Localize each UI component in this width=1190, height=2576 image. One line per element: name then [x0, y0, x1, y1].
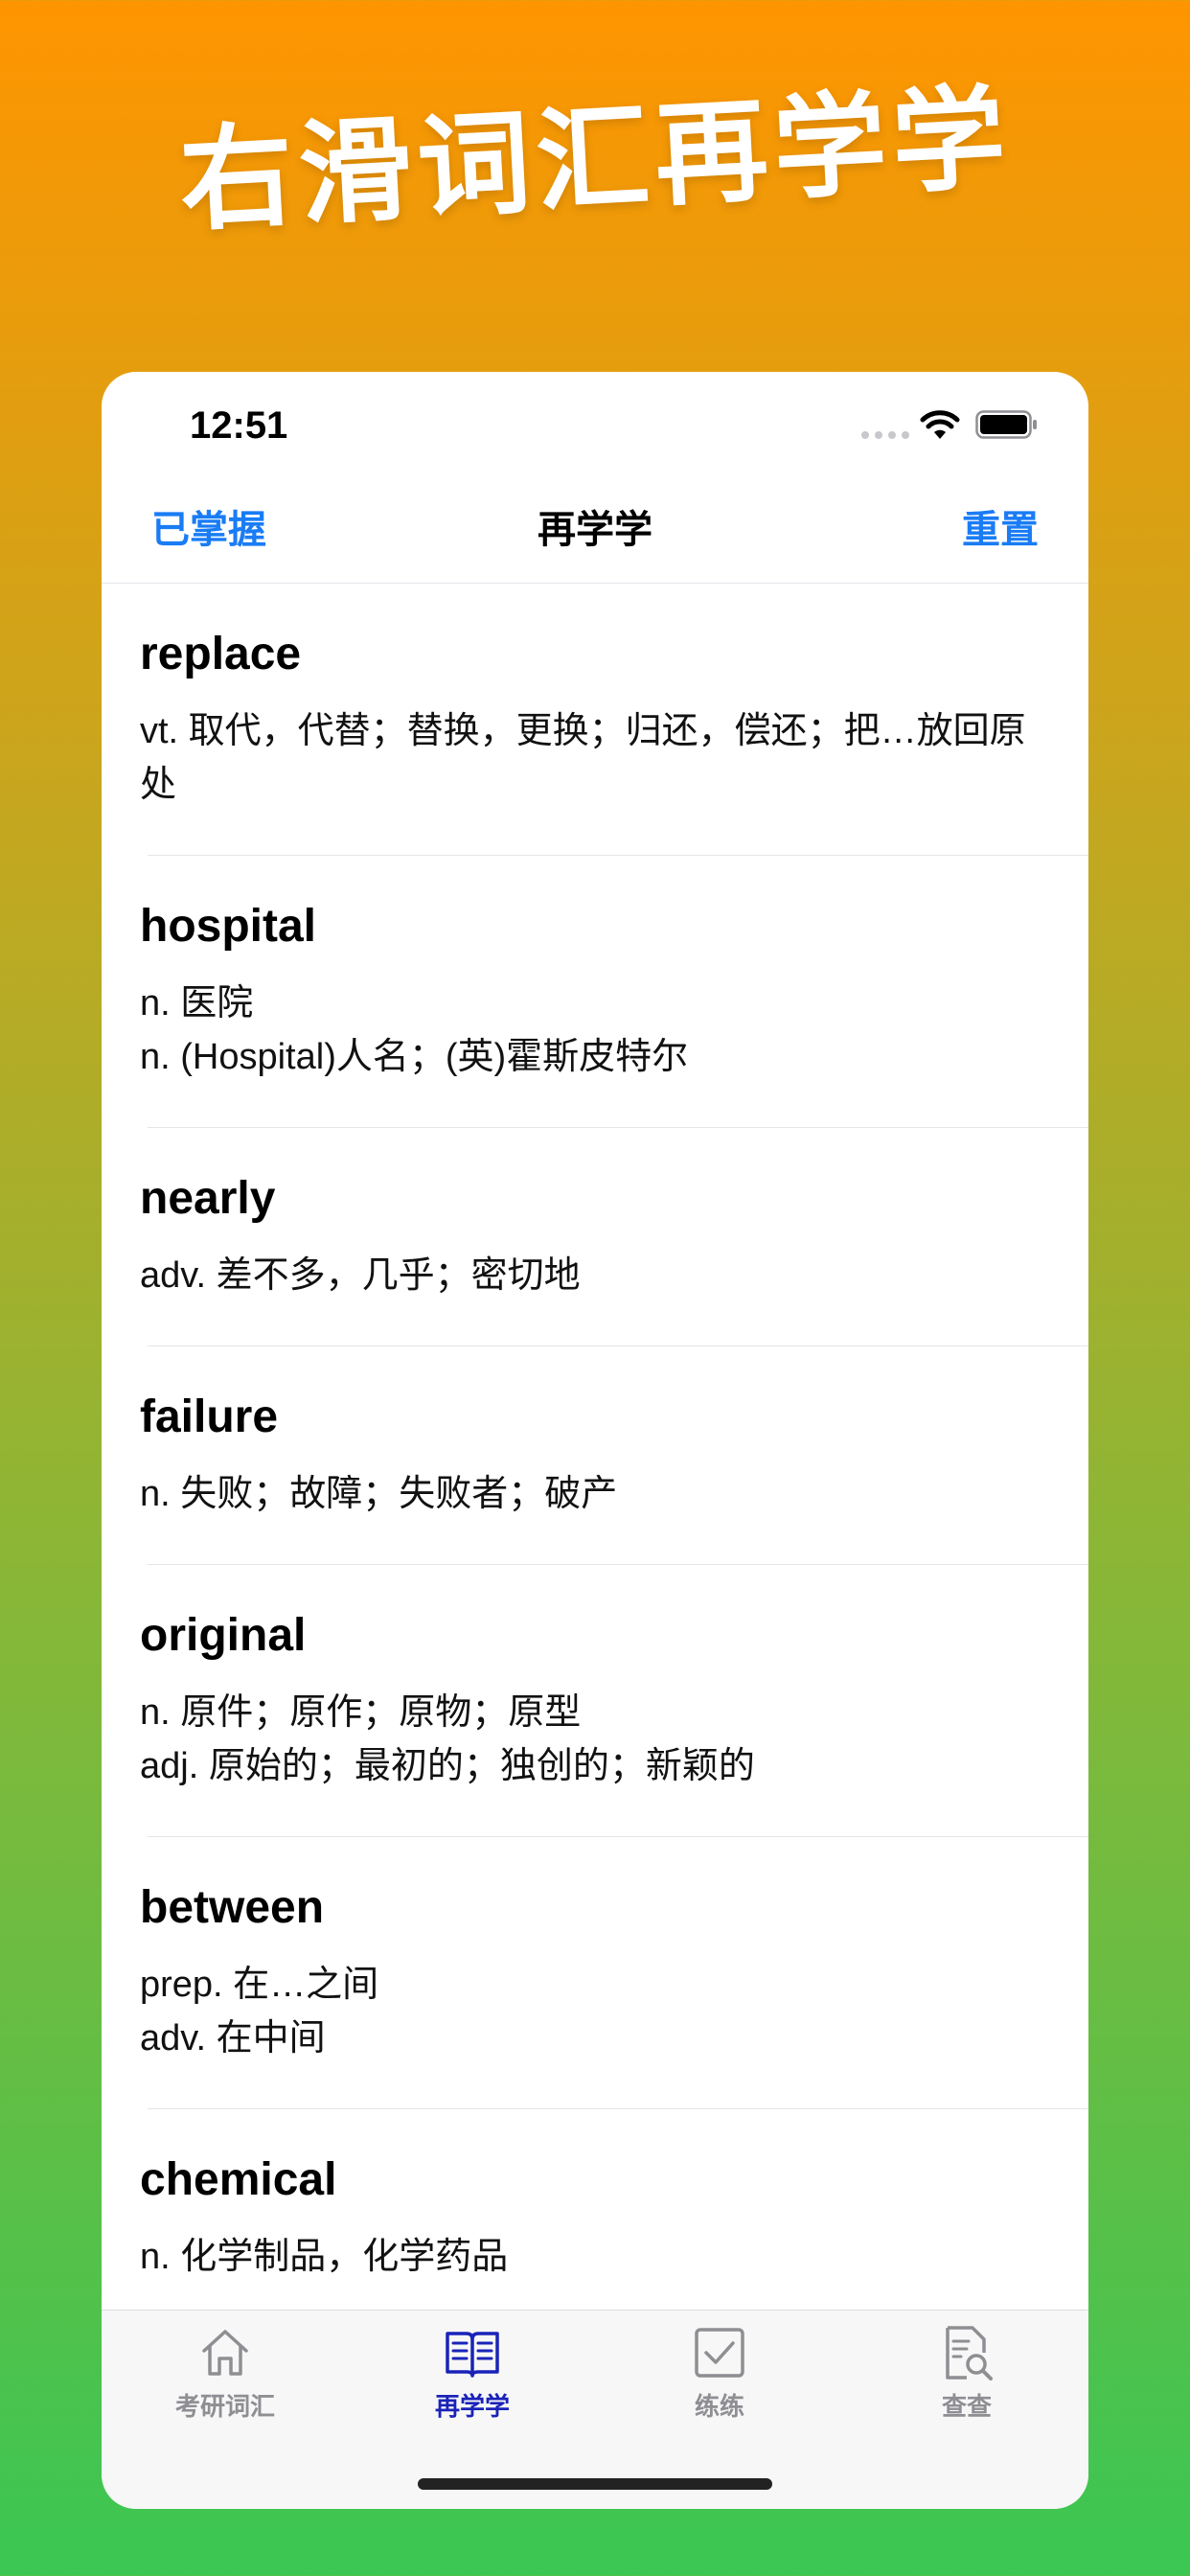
word-text: failure: [140, 1392, 279, 1442]
navigation-bar: 已掌握 再学学 重置: [102, 477, 1088, 584]
tab-review[interactable]: 再学学: [349, 2324, 596, 2423]
word-row[interactable]: between prep. 在…之间 adv. 在中间: [102, 1837, 1088, 2109]
mastered-button[interactable]: 已掌握: [151, 498, 266, 554]
word-row[interactable]: replace vt. 取代，代替；替换，更换；归还，偿还；把…放回原处: [102, 584, 1088, 856]
word-text: chemical: [140, 2154, 337, 2205]
word-row[interactable]: hospital n. 医院 n. (Hospital)人名；(英)霍斯皮特尔: [102, 856, 1088, 1128]
tab-label: 考研词汇: [174, 2392, 275, 2421]
word-text: original: [140, 1610, 307, 1661]
word-definition: n. 失败；故障；失败者；破产: [140, 1474, 618, 1514]
document-search-icon: [946, 2326, 993, 2380]
word-text: between: [140, 1882, 325, 1933]
word-definition: adv. 差不多，几乎；密切地: [140, 1255, 581, 1296]
home-icon: [202, 2330, 248, 2376]
word-row[interactable]: failure n. 失败；故障；失败者；破产: [102, 1346, 1088, 1565]
word-text: nearly: [140, 1173, 276, 1224]
status-bar: 12:51: [102, 372, 1088, 477]
battery-icon: [975, 410, 1037, 439]
word-text: replace: [140, 629, 302, 679]
home-indicator[interactable]: [418, 2478, 772, 2490]
word-definition: vt. 取代，代替；替换，更换；归还，偿还；把…放回原处: [140, 711, 1026, 805]
word-definition: n. 化学制品，化学药品: [140, 2237, 509, 2277]
word-row[interactable]: nearly adv. 差不多，几乎；密切地: [102, 1128, 1088, 1346]
word-definition: prep. 在…之间 adv. 在中间: [140, 1965, 379, 2058]
tab-practice[interactable]: 练练: [596, 2324, 843, 2423]
tab-vocabulary[interactable]: 考研词汇: [102, 2324, 349, 2423]
tab-search[interactable]: 查查: [843, 2324, 1088, 2423]
checkbox-icon: [695, 2328, 744, 2378]
word-definition: n. 原件；原作；原物；原型 adj. 原始的；最初的；独创的；新颖的: [140, 1692, 755, 1786]
word-list[interactable]: replace vt. 取代，代替；替换，更换；归还，偿还；把…放回原处 hos…: [102, 584, 1088, 2309]
word-row[interactable]: original n. 原件；原作；原物；原型 adj. 原始的；最初的；独创的…: [102, 1565, 1088, 1837]
promo-headline: 右滑词汇再学学: [176, 75, 1015, 245]
status-time: 12:51: [190, 404, 288, 447]
word-definition: n. 医院 n. (Hospital)人名；(英)霍斯皮特尔: [140, 983, 689, 1077]
phone-screen: 12:51 已掌握 再学学 重置 replace vt. 取代，代替；替换，更换…: [102, 372, 1088, 2509]
word-text: hospital: [140, 901, 317, 952]
cellular-signal-icon: [861, 431, 909, 439]
word-row[interactable]: chemical n. 化学制品，化学药品: [102, 2109, 1088, 2309]
wifi-icon: [920, 410, 960, 439]
tab-label: 练练: [694, 2392, 744, 2421]
book-icon: [446, 2332, 499, 2378]
reset-button[interactable]: 重置: [962, 498, 1039, 554]
tab-label: 再学学: [434, 2392, 510, 2421]
tab-label: 查查: [941, 2392, 992, 2421]
